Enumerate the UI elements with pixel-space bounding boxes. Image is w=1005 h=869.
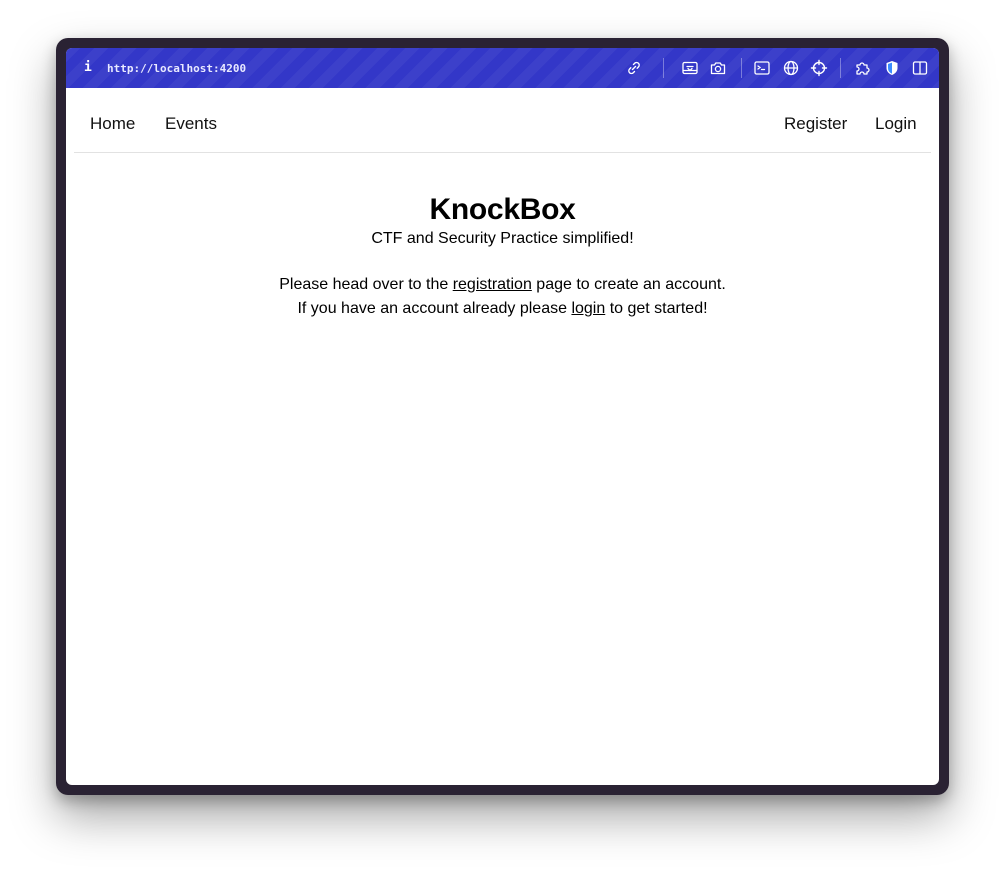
intro-text: to get started!: [605, 300, 708, 317]
site-navbar: Home Events Register Login: [74, 88, 931, 153]
screenshot-icon[interactable]: [681, 59, 699, 77]
browser-window: i http://localhost:4200 Home Events Regi…: [56, 38, 949, 795]
registration-link[interactable]: registration: [453, 276, 532, 293]
intro-paragraph: Please head over to the registration pag…: [66, 273, 939, 321]
login-link[interactable]: login: [571, 300, 605, 317]
sidebar-icon[interactable]: [911, 59, 929, 77]
toolbar-divider: [840, 58, 841, 78]
link-icon[interactable]: [625, 59, 643, 77]
nav-login-link[interactable]: Login: [875, 114, 917, 134]
info-icon[interactable]: i: [84, 60, 92, 76]
toolbar-divider: [663, 58, 664, 78]
camera-icon[interactable]: [709, 59, 727, 77]
page-title: KnockBox: [429, 193, 576, 226]
extensions-icon[interactable]: [854, 59, 872, 77]
nav-events-link[interactable]: Events: [165, 114, 217, 134]
address-bar[interactable]: http://localhost:4200: [107, 61, 246, 77]
browser-toolbar: i http://localhost:4200: [66, 48, 939, 88]
shield-icon[interactable]: [883, 59, 901, 77]
globe-icon[interactable]: [782, 59, 800, 77]
intro-text: Please head over to the: [279, 276, 453, 293]
intro-text: page to create an account.: [531, 276, 726, 293]
toolbar-divider: [741, 58, 742, 78]
terminal-icon[interactable]: [753, 59, 771, 77]
page-subtitle: CTF and Security Practice simplified!: [371, 230, 634, 247]
crosshair-icon[interactable]: [810, 59, 828, 77]
nav-register-link[interactable]: Register: [784, 114, 847, 134]
nav-home-link[interactable]: Home: [90, 114, 135, 134]
browser-viewport: i http://localhost:4200 Home Events Regi…: [66, 48, 939, 785]
hero-section: KnockBox CTF and Security Practice simpl…: [66, 192, 939, 321]
intro-text: If you have an account already please: [297, 300, 572, 317]
